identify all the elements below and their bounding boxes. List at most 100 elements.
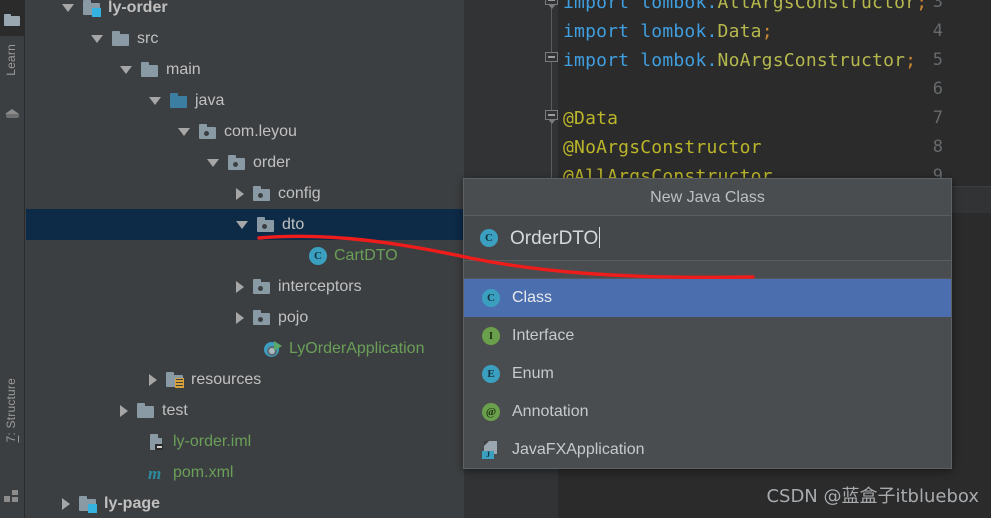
- chevron-down-icon[interactable]: [178, 127, 190, 136]
- chevron-down-icon[interactable]: [149, 96, 161, 105]
- java-class-icon: C: [309, 246, 327, 265]
- tree-item-java[interactable]: java: [26, 85, 463, 116]
- tree-item-lyorderapplication[interactable]: LyOrderApplication: [26, 333, 463, 364]
- spring-boot-run-icon: [263, 340, 283, 357]
- tree-item-src[interactable]: src: [26, 23, 463, 54]
- resources-folder-icon: [165, 371, 185, 388]
- java-enum-icon: E: [482, 365, 500, 383]
- indent-spacer: [26, 472, 127, 473]
- indent-spacer: [26, 317, 236, 318]
- code-token: NoArgsConstructor: [717, 50, 906, 71]
- chevron-down-icon[interactable]: [236, 220, 248, 229]
- tree-item-label: dto: [282, 215, 305, 233]
- code-line[interactable]: import lombok.AllArgsConstructor;: [563, 0, 927, 13]
- fold-marker-annotation[interactable]: [545, 110, 558, 124]
- class-kind-item-annotation[interactable]: @ Annotation: [464, 393, 951, 431]
- text-caret: [599, 226, 601, 248]
- chevron-right-icon[interactable]: [62, 497, 70, 510]
- indent-spacer: [26, 255, 288, 256]
- code-token: import: [563, 50, 630, 71]
- tree-item-resources[interactable]: resources: [26, 364, 463, 395]
- structure-tab-label: : Structure: [4, 378, 18, 436]
- code-token: lombok.: [629, 21, 718, 42]
- chevron-down-icon[interactable]: [62, 3, 74, 12]
- tree-item-test[interactable]: test: [26, 395, 463, 426]
- project-tool-button[interactable]: [0, 0, 25, 36]
- code-line[interactable]: @Data: [563, 108, 618, 129]
- class-kind-item-javafxapplication[interactable]: J JavaFXApplication: [464, 431, 951, 469]
- chevron-down-icon[interactable]: [207, 158, 219, 167]
- class-kind-label: JavaFXApplication: [512, 441, 645, 458]
- tree-item-com-leyou[interactable]: com.leyou: [26, 116, 463, 147]
- class-kind-item-interface[interactable]: I Interface: [464, 317, 951, 355]
- chevron-right-icon[interactable]: [236, 280, 244, 293]
- tree-item-label: ly-order: [108, 0, 168, 16]
- watermark-text: CSDN @蓝盒子itbluebox: [766, 486, 979, 507]
- learn-tool-button[interactable]: Learn: [4, 44, 18, 76]
- ide-window: Learn 7: Structure ly-order src main java co…: [0, 0, 991, 518]
- tree-item-pojo[interactable]: pojo: [26, 302, 463, 333]
- code-token: ;: [916, 0, 928, 13]
- tree-item-dto[interactable]: dto: [26, 209, 463, 240]
- chevron-right-icon[interactable]: [149, 373, 157, 386]
- structure-tool-button[interactable]: 7: Structure: [4, 378, 18, 442]
- tree-item-cartdto[interactable]: C CartDTO: [26, 240, 463, 271]
- package-icon: [252, 185, 272, 202]
- tree-item-interceptors[interactable]: interceptors: [26, 271, 463, 302]
- chevron-right-icon[interactable]: [236, 311, 244, 324]
- class-kind-item-enum[interactable]: E Enum: [464, 355, 951, 393]
- class-kind-list[interactable]: C Class I Interface E Enum @ Annotation J JavaFXA…: [464, 279, 951, 469]
- code-token: AllArgsConstructor: [717, 0, 917, 13]
- left-tool-strip: Learn 7: Structure: [0, 0, 25, 518]
- tree-item-config[interactable]: config: [26, 178, 463, 209]
- tree-item-label: main: [166, 60, 201, 78]
- new-java-class-dialog[interactable]: New Java Class C OrderDTO C Class I Interfa…: [463, 178, 952, 469]
- fold-marker-import-end[interactable]: [545, 52, 558, 65]
- dialog-spacer: [464, 261, 951, 279]
- tree-item-label: interceptors: [278, 277, 362, 295]
- code-line[interactable]: import lombok.NoArgsConstructor;: [563, 50, 916, 71]
- java-annotation-icon: @: [482, 403, 500, 421]
- folder-icon: [111, 30, 131, 47]
- code-fold-rail: [551, 0, 552, 185]
- tree-item-ly-order[interactable]: ly-order: [26, 0, 463, 23]
- class-name-input[interactable]: OrderDTO: [510, 226, 601, 250]
- tree-item-ly-order-iml[interactable]: ly-order.iml: [26, 426, 463, 457]
- tree-item-main[interactable]: main: [26, 54, 463, 85]
- indent-spacer: [26, 441, 127, 442]
- tree-item-ly-page[interactable]: ly-page: [26, 488, 463, 518]
- tree-item-label: CartDTO: [334, 246, 398, 264]
- project-tree-panel[interactable]: ly-order src main java com.leyou order config d…: [26, 0, 463, 518]
- java-class-icon: C: [480, 229, 498, 247]
- chevron-down-icon[interactable]: [120, 65, 132, 74]
- line-number: 4: [932, 21, 943, 41]
- code-token: ;: [761, 21, 773, 42]
- line-number: 7: [932, 108, 943, 128]
- code-token: @NoArgsConstructor: [563, 137, 762, 158]
- package-icon: [252, 309, 272, 326]
- chevron-down-icon[interactable]: [91, 34, 103, 43]
- source-folder-icon: [169, 92, 189, 109]
- code-line[interactable]: import lombok.Data;: [563, 21, 773, 42]
- tree-item-label: LyOrderApplication: [289, 339, 425, 357]
- class-kind-item-class[interactable]: C Class: [464, 279, 951, 317]
- spacer-icon: [288, 252, 300, 260]
- class-name-input-row[interactable]: C OrderDTO: [464, 216, 951, 261]
- package-icon: [227, 154, 247, 171]
- tree-item-label: pom.xml: [173, 463, 234, 481]
- code-token: import: [563, 21, 630, 42]
- indent-spacer: [26, 286, 236, 287]
- code-token: @Data: [563, 108, 619, 129]
- chevron-right-icon[interactable]: [120, 404, 128, 417]
- fold-marker-import[interactable]: [545, 0, 558, 9]
- tree-item-pom-xml[interactable]: m pom.xml: [26, 457, 463, 488]
- indent-spacer: [26, 38, 91, 39]
- indent-spacer: [26, 193, 236, 194]
- indent-spacer: [26, 100, 149, 101]
- code-line[interactable]: @NoArgsConstructor: [563, 137, 762, 158]
- tree-item-order[interactable]: order: [26, 147, 463, 178]
- chevron-right-icon[interactable]: [236, 187, 244, 200]
- tree-item-label: com.leyou: [224, 122, 297, 140]
- class-kind-label: Annotation: [512, 403, 589, 420]
- dialog-title: New Java Class: [464, 179, 951, 216]
